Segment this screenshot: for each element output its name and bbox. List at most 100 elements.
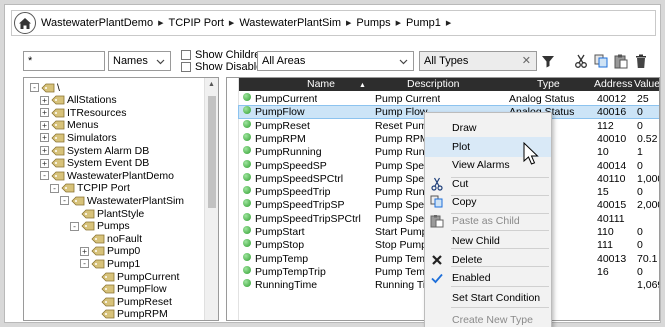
breadcrumb-item-pump1[interactable]: Pump1 [406, 17, 441, 29]
tree-item[interactable]: PumpReset [90, 296, 172, 308]
show-disabled-box[interactable] [181, 62, 191, 72]
breadcrumb-separator-icon[interactable]: ▶ [446, 19, 451, 27]
grid-gutter [227, 78, 239, 320]
tree-item[interactable]: + System Event DB [40, 157, 149, 169]
tree-item[interactable]: + Pump0 [80, 245, 140, 257]
cell-value: 0 [637, 226, 643, 238]
column-header-name[interactable]: Name [307, 78, 335, 91]
expand-icon[interactable]: + [40, 158, 49, 168]
cell-value: 0 [637, 186, 643, 199]
breadcrumb-item-sim[interactable]: WastewaterPlantSim [239, 17, 341, 29]
menu-item-delete[interactable]: Delete [425, 250, 551, 270]
column-header-value[interactable]: Value [634, 78, 659, 91]
tree-item[interactable]: - TCPIP Port [50, 182, 130, 194]
cell-value: 0 [637, 159, 643, 172]
cell-description: Running Ti [375, 279, 426, 292]
tag-icon [41, 83, 55, 93]
tag-icon [81, 221, 95, 231]
expand-icon[interactable]: + [40, 95, 49, 105]
menu-separator [451, 286, 549, 287]
cell-name: PumpSpeedSP [255, 159, 327, 172]
cell-name: PumpTempTrip [255, 265, 326, 278]
search-mode-label: Names [113, 55, 148, 67]
tree-item[interactable]: - WastewaterPlantDemo [40, 170, 174, 182]
cell-name: PumpRunning [255, 146, 322, 159]
menu-item-create-new-type: Create New Type [425, 310, 551, 327]
collapse-icon[interactable]: - [40, 171, 49, 181]
tree-panel[interactable]: - \ + AllStations + ITResources + Menus + Simulat… [23, 77, 219, 321]
tree-item[interactable]: PumpRPM [90, 308, 168, 320]
chevron-down-icon [156, 59, 165, 65]
breadcrumb-separator-icon: ▶ [395, 20, 402, 27]
menu-separator [451, 248, 549, 249]
show-children-checkbox[interactable]: Show Children [181, 49, 267, 61]
collapse-icon[interactable]: - [60, 196, 69, 206]
menu-item-set-start-condition[interactable]: Set Start Condition [425, 288, 551, 308]
cut-icon [430, 177, 444, 191]
clear-filter-icon[interactable]: ✕ [522, 54, 531, 67]
collapse-icon[interactable]: - [80, 259, 89, 269]
tree-scrollbar[interactable]: ▲ [204, 78, 218, 320]
menu-item-draw[interactable]: Draw [425, 118, 551, 138]
paste-icon[interactable] [613, 53, 629, 69]
tree-item[interactable]: PumpFlow [90, 283, 167, 295]
collapse-icon[interactable]: - [70, 221, 79, 231]
status-dot-icon [243, 119, 251, 128]
area-filter-dropdown[interactable]: All Areas [257, 51, 414, 71]
trash-icon[interactable] [633, 53, 649, 69]
tree-item[interactable]: - Pumps [70, 220, 130, 232]
tree-item[interactable]: + ITResources [40, 107, 127, 119]
type-filter-dropdown[interactable]: All Types ✕ [419, 51, 537, 71]
breadcrumb-item-pumps[interactable]: Pumps [356, 17, 390, 29]
show-disabled-checkbox[interactable]: Show Disabled [181, 61, 268, 73]
scroll-up-icon[interactable]: ▲ [208, 81, 215, 88]
status-dot-icon [243, 146, 251, 155]
filter-icon[interactable] [540, 53, 556, 69]
search-mode-dropdown[interactable]: Names [108, 51, 171, 71]
breadcrumb-item-port[interactable]: TCPIP Port [168, 17, 223, 29]
column-header-address[interactable]: Address [594, 78, 633, 91]
cell-address: 40015 [597, 199, 627, 212]
column-header-type[interactable]: Type [537, 78, 560, 91]
menu-item-enabled[interactable]: Enabled [425, 268, 551, 288]
breadcrumb-item-demo[interactable]: WastewaterPlantDemo [41, 17, 153, 29]
cell-address: 40013 [597, 252, 627, 265]
cell-value: 0 [637, 119, 643, 132]
tree-item-label: Pump1 [107, 257, 141, 270]
tree-item[interactable]: - WastewaterPlantSim [60, 195, 184, 207]
table-row[interactable]: PumpCurrent Pump Current Analog Status 4001… [239, 93, 659, 105]
cell-name: PumpSpeedSPCtrl [255, 172, 344, 185]
expand-icon[interactable]: + [40, 120, 49, 130]
tree-item[interactable]: + AllStations [40, 94, 117, 106]
tree-item[interactable]: PumpCurrent [90, 270, 180, 283]
tree-item[interactable]: - \ [30, 82, 60, 94]
expand-icon[interactable]: + [40, 133, 49, 143]
expand-icon[interactable]: + [40, 146, 49, 155]
cell-description: Start Pump [375, 226, 428, 238]
tree-item[interactable]: + Simulators [40, 132, 117, 144]
copy-icon[interactable] [593, 53, 609, 69]
collapse-icon[interactable]: - [50, 183, 59, 193]
tree-scroll-thumb[interactable] [208, 96, 216, 208]
status-dot-icon [243, 212, 251, 221]
collapse-icon[interactable]: - [30, 83, 39, 92]
cut-icon[interactable] [573, 53, 589, 69]
cell-address: 10 [597, 146, 609, 159]
cell-address: 110 [597, 226, 614, 238]
search-input[interactable]: * [23, 51, 105, 71]
expand-icon[interactable]: + [80, 246, 89, 256]
tree-item[interactable]: PlantStyle [70, 207, 145, 220]
tree-item-label: PumpCurrent [117, 270, 180, 283]
toolbar: * Names Show Children Show Disabled All … [5, 43, 660, 75]
cell-value: 1 [637, 146, 643, 159]
tree-item[interactable]: - Pump1 [80, 257, 141, 270]
tree-item[interactable]: + System Alarm DB [40, 145, 149, 157]
expand-icon[interactable]: + [40, 108, 49, 118]
tree-item-label: PlantStyle [97, 207, 145, 220]
menu-item-label: View Alarms [452, 159, 510, 171]
tree-item[interactable]: + Menus [40, 119, 99, 131]
show-children-box[interactable] [181, 50, 191, 60]
home-icon[interactable] [14, 12, 36, 34]
column-header-description[interactable]: Description [407, 78, 460, 91]
tree-item[interactable]: noFault [80, 233, 142, 245]
